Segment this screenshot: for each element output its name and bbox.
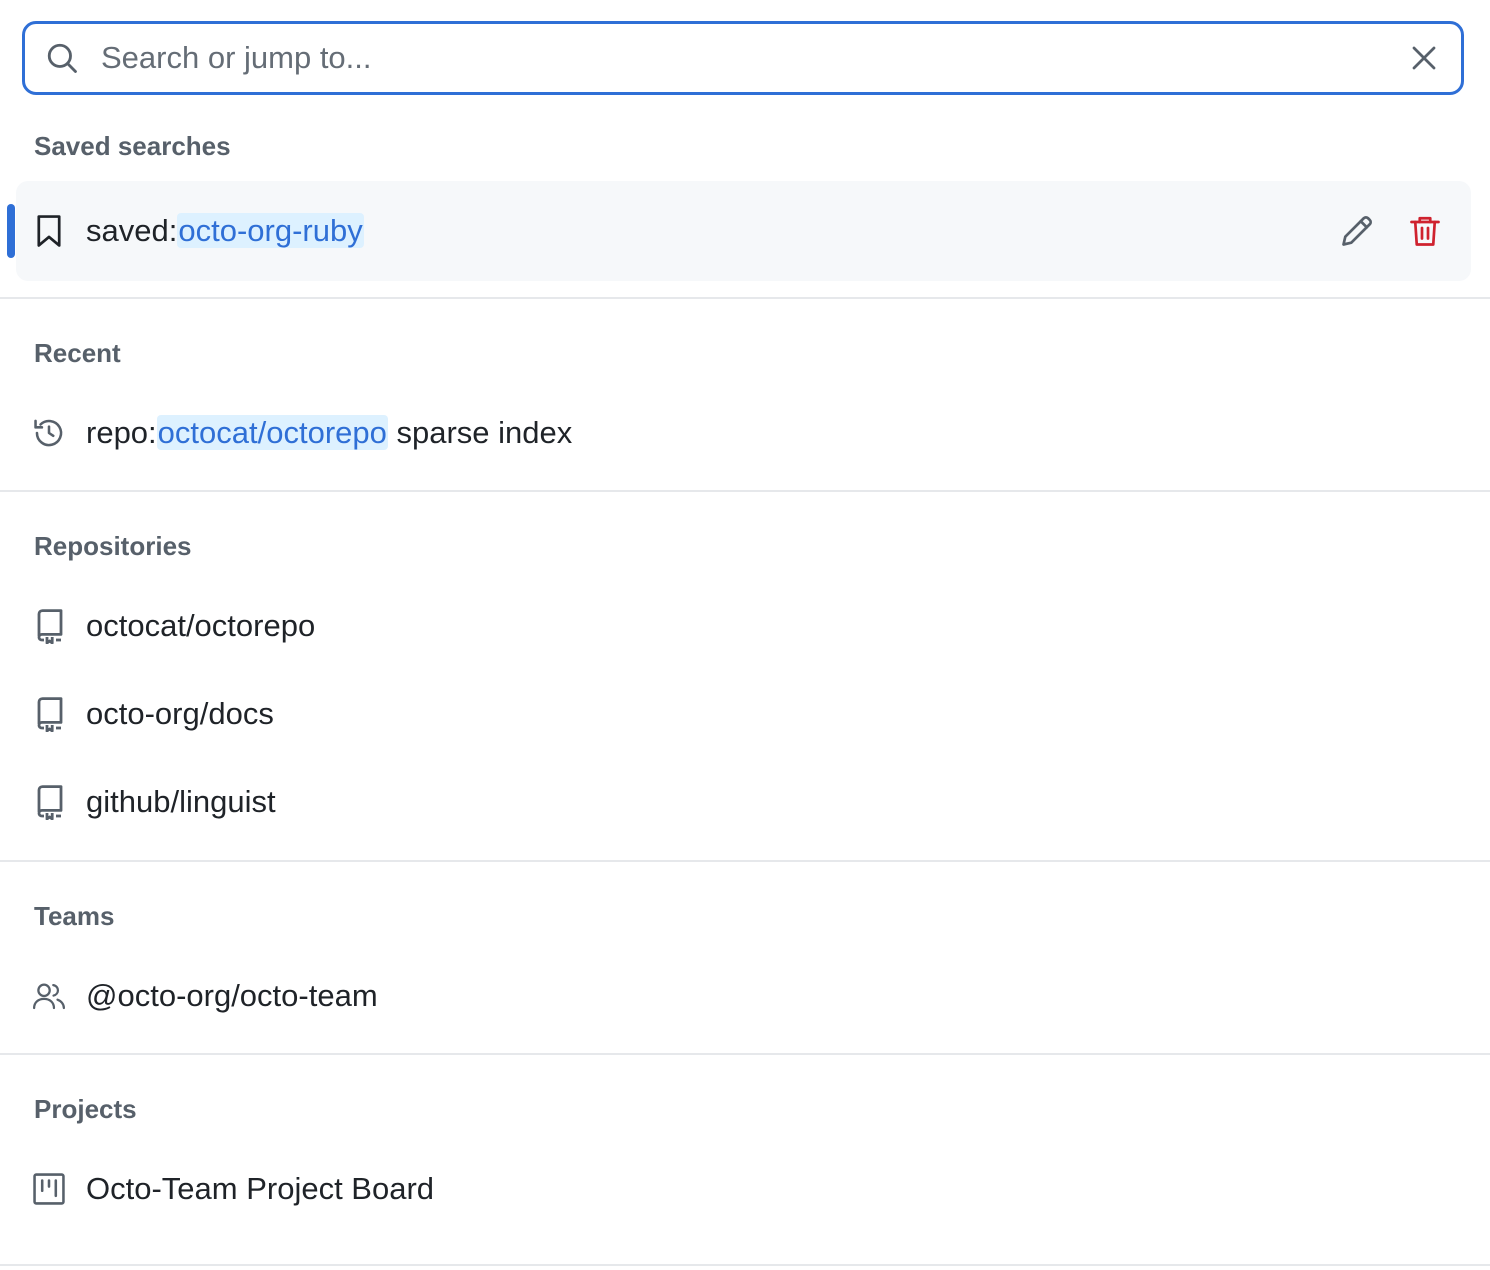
section-title-teams: Teams <box>34 901 115 931</box>
project-board-icon <box>32 1172 66 1206</box>
team-name: @octo-org/octo-team <box>86 978 378 1013</box>
edit-pencil-icon[interactable] <box>1339 213 1375 249</box>
saved-search-item[interactable]: saved:octo-org-ruby <box>16 181 1471 281</box>
repo-name: octo-org/docs <box>86 696 274 731</box>
trash-icon[interactable] <box>1407 213 1443 249</box>
recent-search-token: octocat/octorepo <box>156 415 388 450</box>
list-item-repo[interactable]: github/linguist <box>16 769 1471 835</box>
divider <box>0 1053 1490 1055</box>
search-dialog: Saved searches saved:octo-org-ruby Recen… <box>0 0 1490 1270</box>
recent-search-qualifier: repo: <box>86 415 157 450</box>
recent-search-label: repo:octocat/octorepo sparse index <box>86 415 572 451</box>
bookmark-icon <box>32 214 66 248</box>
list-item-repo[interactable]: octo-org/docs <box>16 681 1471 747</box>
repo-name: octocat/octorepo <box>86 608 316 643</box>
divider <box>0 860 1490 862</box>
saved-search-label: saved:octo-org-ruby <box>86 213 364 249</box>
section-title-recent: Recent <box>34 338 121 368</box>
saved-search-qualifier: saved: <box>86 213 178 248</box>
list-item-team[interactable]: @octo-org/octo-team <box>16 963 1471 1029</box>
list-item-repo[interactable]: octocat/octorepo <box>16 593 1471 659</box>
section-title-projects: Projects <box>34 1094 137 1124</box>
history-icon <box>32 416 66 450</box>
repo-icon <box>32 785 66 820</box>
divider <box>0 297 1490 299</box>
search-icon <box>47 43 77 73</box>
section-title-saved-searches: Saved searches <box>34 131 231 161</box>
divider <box>0 1264 1490 1266</box>
people-icon <box>32 979 66 1013</box>
search-input[interactable] <box>99 27 1409 89</box>
recent-search-suffix: sparse index <box>387 415 573 450</box>
section-title-repositories: Repositories <box>34 531 192 561</box>
list-item-project[interactable]: Octo-Team Project Board <box>16 1156 1471 1222</box>
search-field[interactable] <box>22 21 1464 95</box>
project-name: Octo-Team Project Board <box>86 1171 435 1206</box>
recent-search-item[interactable]: repo:octocat/octorepo sparse index <box>16 400 1471 466</box>
close-icon[interactable] <box>1409 43 1439 73</box>
saved-search-actions <box>1339 213 1443 249</box>
saved-search-token: octo-org-ruby <box>177 213 364 248</box>
repo-name: github/linguist <box>86 784 276 819</box>
repo-icon <box>32 609 66 644</box>
selection-indicator <box>7 204 15 258</box>
divider <box>0 490 1490 492</box>
repo-icon <box>32 697 66 732</box>
